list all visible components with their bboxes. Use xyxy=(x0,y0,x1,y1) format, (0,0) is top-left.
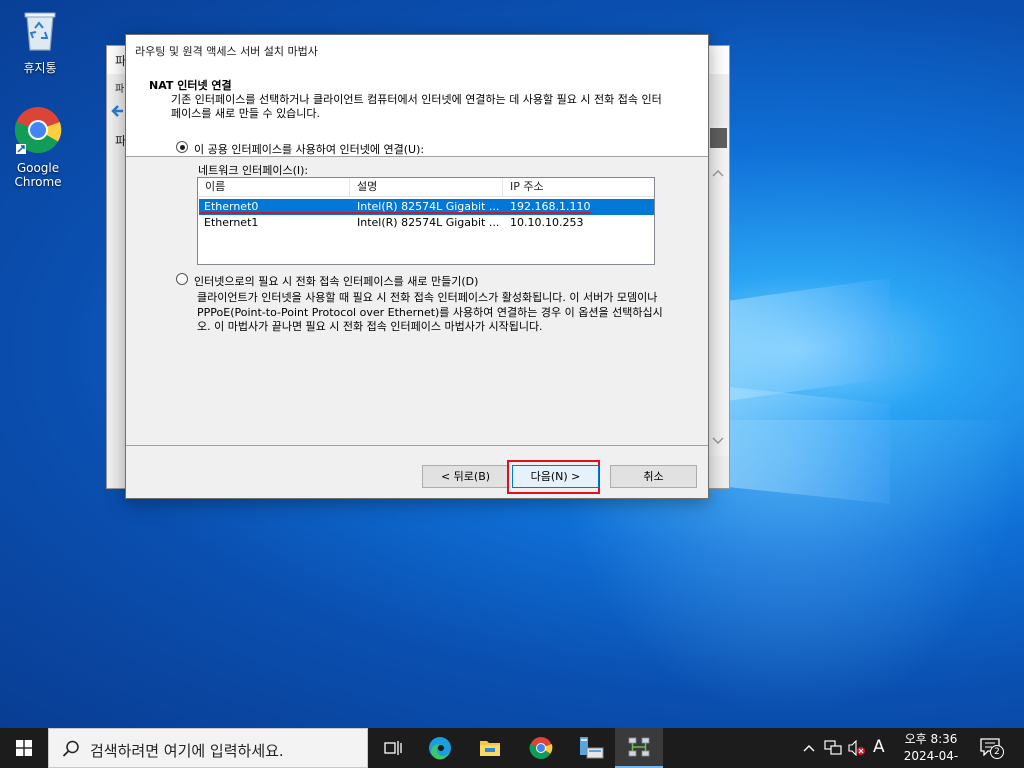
clock-date: 2024-04-03 xyxy=(903,749,959,768)
wallpaper-pane xyxy=(720,386,890,504)
setup-wizard-dialog: 라우팅 및 원격 액세스 서버 설치 마법사 NAT 인터넷 연결 기존 인터페… xyxy=(125,34,709,499)
notification-center-button[interactable]: 2 xyxy=(978,736,1006,762)
file-explorer-taskbar-button[interactable] xyxy=(466,728,514,768)
server-manager-icon xyxy=(580,737,604,759)
chrome-label: Google Chrome xyxy=(14,161,62,189)
taskbar-search-box[interactable]: 검색하려면 여기에 입력하세요. xyxy=(48,728,368,768)
next-button[interactable]: 다음(N) > xyxy=(512,465,599,488)
wizard-page-description: 기존 인터페이스를 선택하거나 클라이언트 컴퓨터에서 인터넷에 연결하는 데 … xyxy=(171,93,662,120)
edge-taskbar-button[interactable] xyxy=(416,728,464,768)
server-manager-taskbar-button[interactable] xyxy=(566,728,614,768)
cell-name: Ethernet1 xyxy=(204,216,259,229)
task-view-button[interactable] xyxy=(368,728,416,768)
create-dial-on-demand-label[interactable]: 인터넷으로의 필요 시 전화 접속 인터페이스를 새로 만들기(D) xyxy=(194,273,478,289)
chrome-taskbar-button[interactable] xyxy=(517,728,565,768)
search-icon xyxy=(62,740,79,757)
ime-indicator[interactable]: A xyxy=(873,737,885,757)
routing-remote-access-icon xyxy=(628,737,650,757)
taskbar: 검색하려면 여기에 입력하세요. A 오후 8:36 2024-04- 2 xyxy=(0,728,1024,768)
search-placeholder: 검색하려면 여기에 입력하세요. xyxy=(90,742,284,760)
column-header-ip-address[interactable]: IP 주소 xyxy=(503,178,655,197)
routing-remote-access-taskbar-button[interactable] xyxy=(615,728,663,768)
chevron-down-icon[interactable] xyxy=(712,436,724,446)
network-interfaces-list[interactable]: 이름 설명 IP 주소 Ethernet0 Intel(R) 82574L Gi… xyxy=(197,177,655,265)
back-arrow-icon xyxy=(111,105,123,117)
create-dial-on-demand-radio[interactable] xyxy=(176,273,188,285)
button-area-divider xyxy=(126,445,708,446)
notification-count-badge: 2 xyxy=(990,745,1004,759)
clock-time: 오후 8:36 xyxy=(904,732,958,746)
network-interfaces-label: 네트워크 인터페이스(I): xyxy=(198,164,309,177)
taskbar-clock[interactable]: 오후 8:36 2024-04-03 xyxy=(897,731,965,768)
column-header-name[interactable]: 이름 xyxy=(198,178,350,197)
create-dial-on-demand-description: 클라이언트가 인터넷을 사용할 때 필요 시 전화 접속 인터페이스가 활성화됩… xyxy=(197,291,663,333)
table-row[interactable]: Ethernet1 Intel(R) 82574L Gigabit ... 10… xyxy=(199,215,654,231)
recycle-bin-icon xyxy=(24,12,56,51)
file-explorer-icon xyxy=(480,741,500,756)
start-button[interactable] xyxy=(0,728,48,768)
edge-icon xyxy=(429,737,451,760)
cell-ip: 10.10.10.253 xyxy=(510,216,584,229)
wizard-page-title: NAT 인터넷 연결 xyxy=(149,79,232,92)
use-public-interface-radio[interactable] xyxy=(176,141,188,153)
network-icon[interactable] xyxy=(824,740,842,756)
column-header-description[interactable]: 설명 xyxy=(350,178,503,197)
task-view-icon xyxy=(384,741,402,755)
dialog-title: 라우팅 및 원격 액세스 서버 설치 마법사 xyxy=(135,45,318,58)
chevron-up-icon[interactable] xyxy=(802,742,816,754)
cell-description: Intel(R) 82574L Gigabit ... xyxy=(357,216,500,229)
cancel-button[interactable]: 취소 xyxy=(610,465,697,488)
scrollbar-thumb[interactable] xyxy=(710,128,727,148)
desktop-icon-google-chrome[interactable]: Google Chrome xyxy=(0,106,76,189)
use-public-interface-label[interactable]: 이 공용 인터페이스를 사용하여 인터넷에 연결(U): xyxy=(194,141,424,157)
desktop-icon-recycle-bin[interactable]: 휴지통 xyxy=(2,8,78,76)
windows-logo-icon xyxy=(16,740,32,756)
back-button[interactable]: < 뒤로(B) xyxy=(422,465,509,488)
chevron-up-icon[interactable] xyxy=(712,168,724,178)
list-header: 이름 설명 IP 주소 xyxy=(198,178,654,197)
dialog-titlebar[interactable]: 라우팅 및 원격 액세스 서버 설치 마법사 xyxy=(126,35,708,65)
recycle-bin-label: 휴지통 xyxy=(23,61,57,75)
volume-muted-icon[interactable] xyxy=(848,740,866,756)
wallpaper-pane xyxy=(720,278,890,402)
chrome-icon xyxy=(14,107,62,154)
background-window-text: 파 xyxy=(115,84,125,95)
selection-underline-annotation xyxy=(199,212,591,214)
chrome-icon xyxy=(529,737,553,759)
